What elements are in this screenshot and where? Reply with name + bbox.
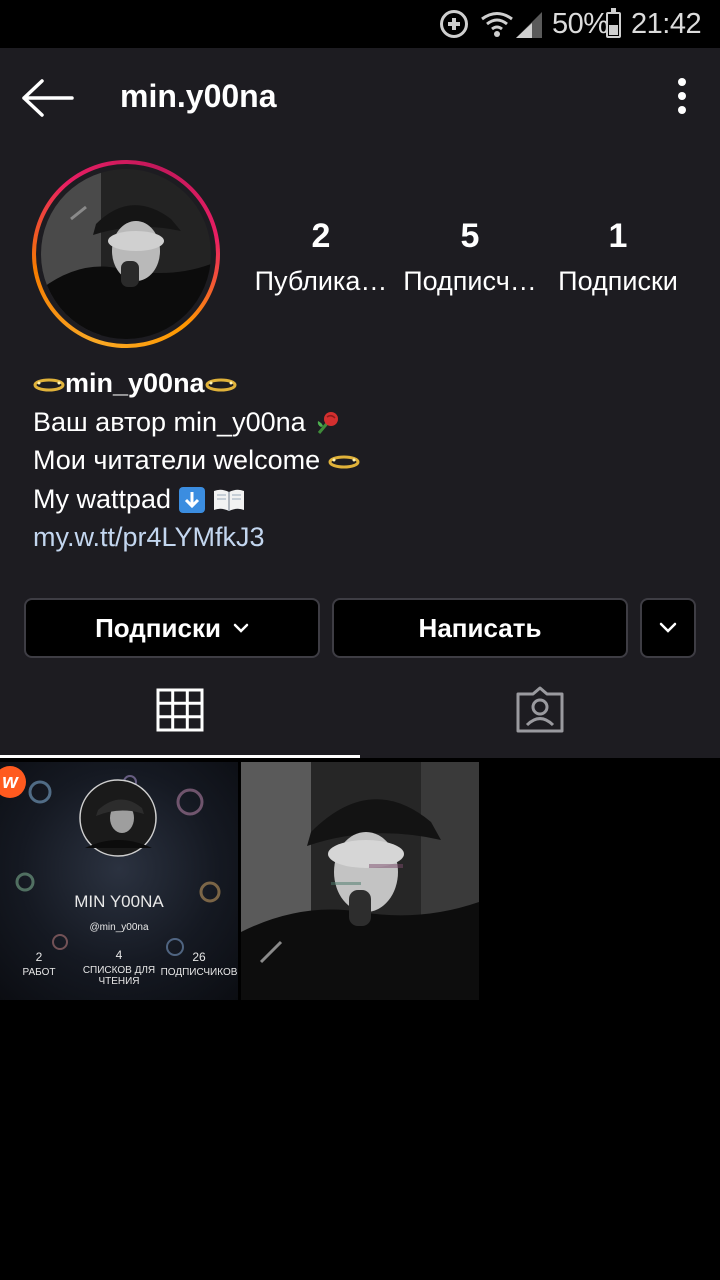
bio: min_y00na Ваш автор min_y00na Мои читате… [33, 364, 693, 557]
wattpad-stat-followers: 26 ПОДПИСЧИКОВ [160, 950, 238, 978]
active-tab-indicator [0, 755, 360, 758]
stat-followers-label: Подписч… [403, 266, 537, 296]
bio-display-name: min_y00na [65, 368, 205, 398]
bio-name-line: min_y00na [33, 364, 693, 403]
stat-followers-count: 5 [460, 217, 480, 255]
top-bar: min.y00na [0, 48, 720, 146]
back-arrow-icon[interactable] [20, 78, 74, 118]
bio-text-readers: Мои читатели welcome [33, 445, 321, 475]
wattpad-stat-works-label: РАБОТ [22, 967, 56, 978]
bio-line-wattpad: My wattpad [33, 480, 693, 519]
signal-icon [516, 12, 542, 38]
rose-icon [317, 412, 339, 435]
wattpad-stat-followers-label: ПОДПИСЧИКОВ [160, 967, 238, 978]
avatar[interactable] [32, 160, 220, 348]
wattpad-handle: @min_y00na [89, 922, 149, 933]
wattpad-name: MIN Y00NA [74, 892, 164, 911]
profile-username: min.y00na [120, 78, 277, 114]
battery-percent: 50% [552, 8, 609, 40]
following-button-label: Подписки [95, 612, 221, 643]
chevron-down-icon [233, 623, 249, 633]
wifi-icon [481, 12, 513, 37]
clock: 21:42 [631, 8, 702, 40]
halo-icon [33, 378, 65, 392]
more-vertical-icon[interactable] [668, 78, 696, 114]
wattpad-stat-lists: 4 СПИСКОВ ДЛЯ ЧТЕНИЯ [80, 948, 158, 987]
chevron-down-icon [659, 622, 677, 633]
bio-link[interactable]: my.w.tt/pr4LYMfkJ3 [33, 522, 265, 552]
stat-posts[interactable]: 2 Публика… [251, 216, 391, 298]
stat-posts-count: 2 [311, 217, 331, 255]
bio-link-line: my.w.tt/pr4LYMfkJ3 [33, 518, 693, 557]
stat-following-count: 1 [608, 217, 628, 255]
post-wattpad-card[interactable]: w MIN Y00NA @min_y00na 2 РАБОТ 4 СПИСКОВ… [0, 762, 238, 1000]
post-photo[interactable] [241, 762, 479, 1000]
wattpad-stat-lists-label: СПИСКОВ ДЛЯ ЧТЕНИЯ [82, 965, 156, 987]
following-button[interactable]: Подписки [24, 598, 320, 658]
status-bar: 50% 21:42 [0, 0, 720, 48]
stat-posts-label: Публика… [254, 266, 388, 296]
wattpad-stat-works: 2 РАБОТ [14, 950, 64, 978]
battery-fill [609, 25, 618, 35]
suggested-dropdown-button[interactable] [640, 598, 696, 658]
wattpad-stat-followers-value: 26 [192, 950, 206, 964]
tagged-person-icon[interactable] [514, 686, 566, 734]
bio-line-readers: Мои читатели welcome [33, 441, 693, 480]
book-icon [214, 490, 245, 512]
battery-icon [606, 8, 621, 38]
avatar-image [41, 169, 211, 339]
message-button[interactable]: Написать [332, 598, 628, 658]
down-arrow-icon [178, 487, 205, 514]
message-button-label: Написать [418, 612, 542, 643]
stat-following-label: Подписки [558, 266, 678, 296]
grid-icon[interactable] [156, 688, 204, 732]
halo-icon [205, 378, 237, 392]
post-photo-image [241, 762, 479, 1000]
stat-followers[interactable]: 5 Подписч… [400, 216, 540, 298]
stat-following[interactable]: 1 Подписки [548, 216, 688, 298]
bio-line-author: Ваш автор min_y00na [33, 403, 693, 442]
bio-text-author: Ваш автор min_y00na [33, 406, 306, 437]
data-saver-icon [440, 10, 468, 38]
bio-text-wattpad: My wattpad [33, 483, 172, 514]
wattpad-stat-works-value: 2 [35, 950, 43, 964]
wattpad-stat-lists-value: 4 [115, 948, 123, 962]
halo-icon [328, 455, 360, 469]
